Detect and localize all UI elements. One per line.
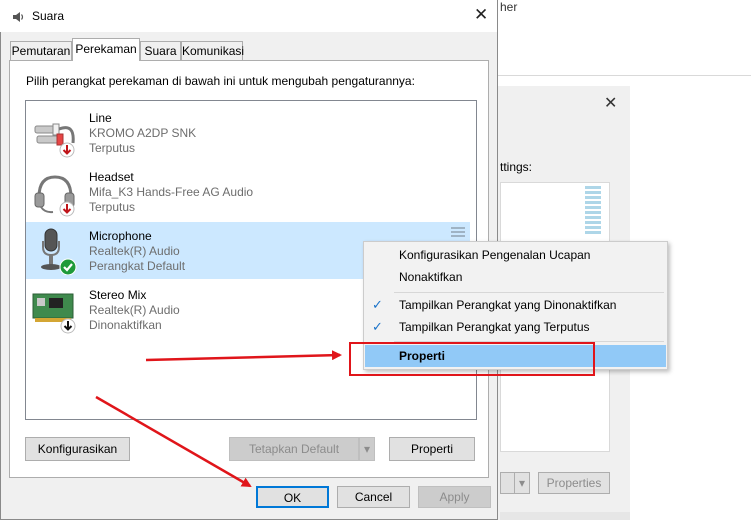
line-jack-icon — [34, 123, 75, 158]
annotation-highlight-box — [349, 342, 595, 376]
menu-item-show-disabled[interactable]: Tampilkan Perangkat yang Dinonaktifkan — [365, 294, 666, 316]
device-driver-microphone: Realtek(R) Audio — [89, 244, 180, 258]
tab-komunikasi[interactable]: Komunikasi — [181, 41, 244, 60]
device-name-microphone: Microphone — [89, 229, 152, 243]
background-close-icon[interactable]: ✕ — [604, 93, 617, 113]
menu-item-configure-speech[interactable]: Konfigurasikan Pengenalan Ucapan — [365, 244, 666, 266]
sound-card-icon — [32, 293, 76, 334]
headset-icon — [34, 175, 75, 217]
microphone-icon — [41, 228, 77, 275]
close-icon[interactable]: ✕ — [474, 5, 488, 25]
speaker-icon — [13, 12, 24, 22]
device-driver-stereo-mix: Realtek(R) Audio — [89, 303, 180, 317]
background-window-title-fragment: her — [500, 0, 518, 14]
configure-button[interactable]: Konfigurasikan — [25, 437, 130, 461]
tab-perekaman[interactable]: Perekaman — [72, 38, 140, 61]
background-dropdown-icon: ▾ — [514, 472, 530, 494]
window-title: Suara — [32, 9, 65, 23]
device-name-line: Line — [89, 111, 112, 125]
background-window-top — [497, 0, 751, 76]
device-name-stereo-mix: Stereo Mix — [89, 288, 147, 302]
tab-suara[interactable]: Suara — [140, 41, 181, 60]
menu-item-disable[interactable]: Nonaktifkan — [365, 266, 666, 288]
device-status-microphone: Perangkat Default — [89, 259, 186, 273]
apply-button[interactable]: Apply — [418, 486, 491, 508]
background-window-bottom — [500, 512, 630, 520]
title-bar — [0, 0, 497, 32]
device-driver-line: KROMO A2DP SNK — [89, 126, 197, 140]
set-default-button[interactable]: Tetapkan Default — [229, 437, 359, 461]
level-bars-icon — [451, 227, 465, 237]
cancel-button[interactable]: Cancel — [337, 486, 410, 508]
device-status-stereo-mix: Dinonaktifkan — [89, 318, 162, 332]
background-properties-button: Properties — [538, 472, 610, 494]
device-status-headset: Terputus — [89, 200, 136, 214]
device-driver-headset: Mifa_K3 Hands-Free AG Audio — [89, 185, 254, 199]
menu-separator — [394, 292, 664, 293]
menu-item-show-disconnected[interactable]: Tampilkan Perangkat yang Terputus — [365, 316, 666, 338]
background-settings-label: ttings: — [500, 160, 533, 174]
level-meter-icon — [585, 186, 601, 234]
set-default-dropdown-icon[interactable]: ▾ — [359, 437, 375, 461]
device-status-line: Terputus — [89, 141, 136, 155]
device-name-headset: Headset — [89, 170, 134, 184]
instruction-text: Pilih perangkat perekaman di bawah ini u… — [26, 74, 415, 88]
ok-button[interactable]: OK — [256, 486, 329, 508]
tab-pemutaran[interactable]: Pemutaran — [10, 41, 72, 60]
properties-button[interactable]: Properti — [389, 437, 475, 461]
